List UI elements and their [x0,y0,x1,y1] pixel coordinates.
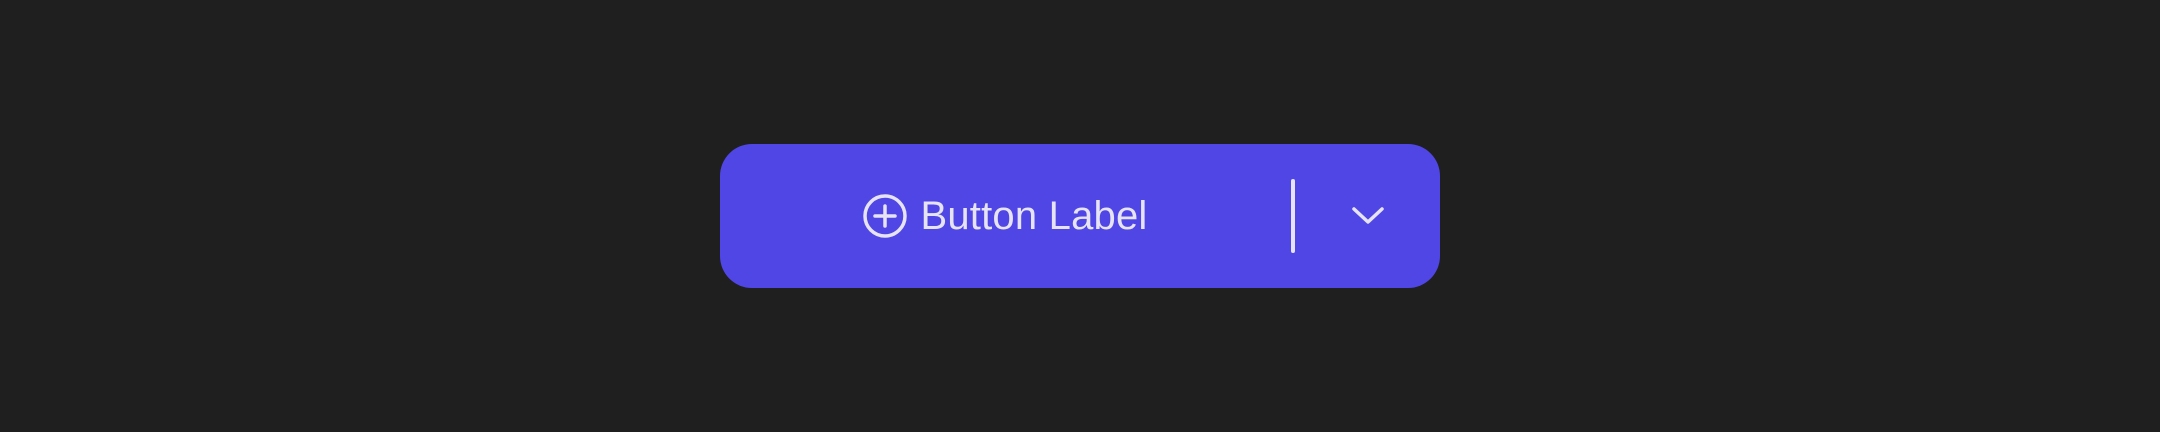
split-button: Button Label [720,144,1440,288]
chevron-down-icon [1350,198,1386,234]
button-label: Button Label [920,194,1148,238]
primary-button-content: Button Label [862,193,1147,239]
dropdown-toggle-button[interactable] [1295,144,1440,288]
plus-circle-icon [862,193,908,239]
primary-button[interactable]: Button Label [720,144,1290,288]
